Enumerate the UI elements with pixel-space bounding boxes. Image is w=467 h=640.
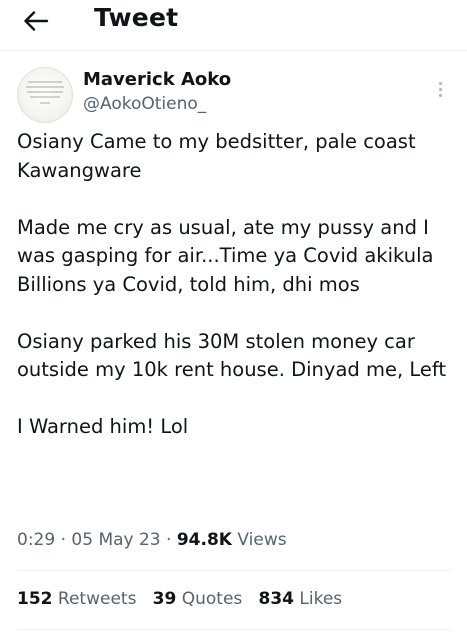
views-count: 94.8K [176, 530, 232, 550]
tweet-time[interactable]: 0:29 [17, 530, 55, 550]
likes-label: Likes [299, 589, 343, 609]
tweet-meta: 0:29 · 05 May 23 · 94.8K Views [17, 530, 287, 550]
tweet-paragraph: Osiany parked his 30M stolen money car o… [17, 329, 447, 382]
separator: · [166, 530, 172, 550]
page-title: Tweet [94, 3, 179, 32]
tweet-paragraph: I Warned him! Lol [17, 415, 189, 438]
back-button[interactable] [20, 5, 52, 37]
avatar[interactable] [17, 67, 73, 123]
more-dots-icon [438, 81, 442, 85]
retweets-link[interactable]: 152 Retweets [17, 589, 136, 609]
likes-count: 834 [258, 589, 295, 609]
author-display-name[interactable]: Maverick Aoko [83, 69, 231, 90]
top-bar: Tweet [0, 0, 467, 51]
tweet-paragraph: Osiany Came to my bedsitter, pale coast … [17, 130, 416, 182]
tweet-date[interactable]: 05 May 23 [71, 530, 160, 550]
author-handle[interactable]: @AokoOtieno_ [83, 94, 206, 114]
retweets-label: Retweets [57, 589, 137, 609]
views-label: Views [237, 530, 287, 550]
avatar-quote-image [24, 79, 66, 110]
more-options-button[interactable] [430, 78, 450, 100]
arrow-left-icon [24, 11, 49, 31]
tweet-paragraph: Made me cry as usual, ate my pussy and I… [17, 215, 434, 296]
likes-link[interactable]: 834 Likes [259, 589, 343, 609]
divider [17, 570, 451, 571]
quotes-label: Quotes [181, 589, 243, 609]
tweet-text: Osiany Came to my bedsitter, pale coast … [17, 128, 455, 442]
engagement-stats: 152 Retweets 39 Quotes 834 Likes [17, 589, 342, 609]
separator: · [60, 530, 66, 550]
divider [17, 629, 451, 630]
retweets-count: 152 [17, 589, 53, 609]
quotes-count: 39 [152, 589, 177, 609]
quotes-link[interactable]: 39 Quotes [153, 589, 243, 609]
